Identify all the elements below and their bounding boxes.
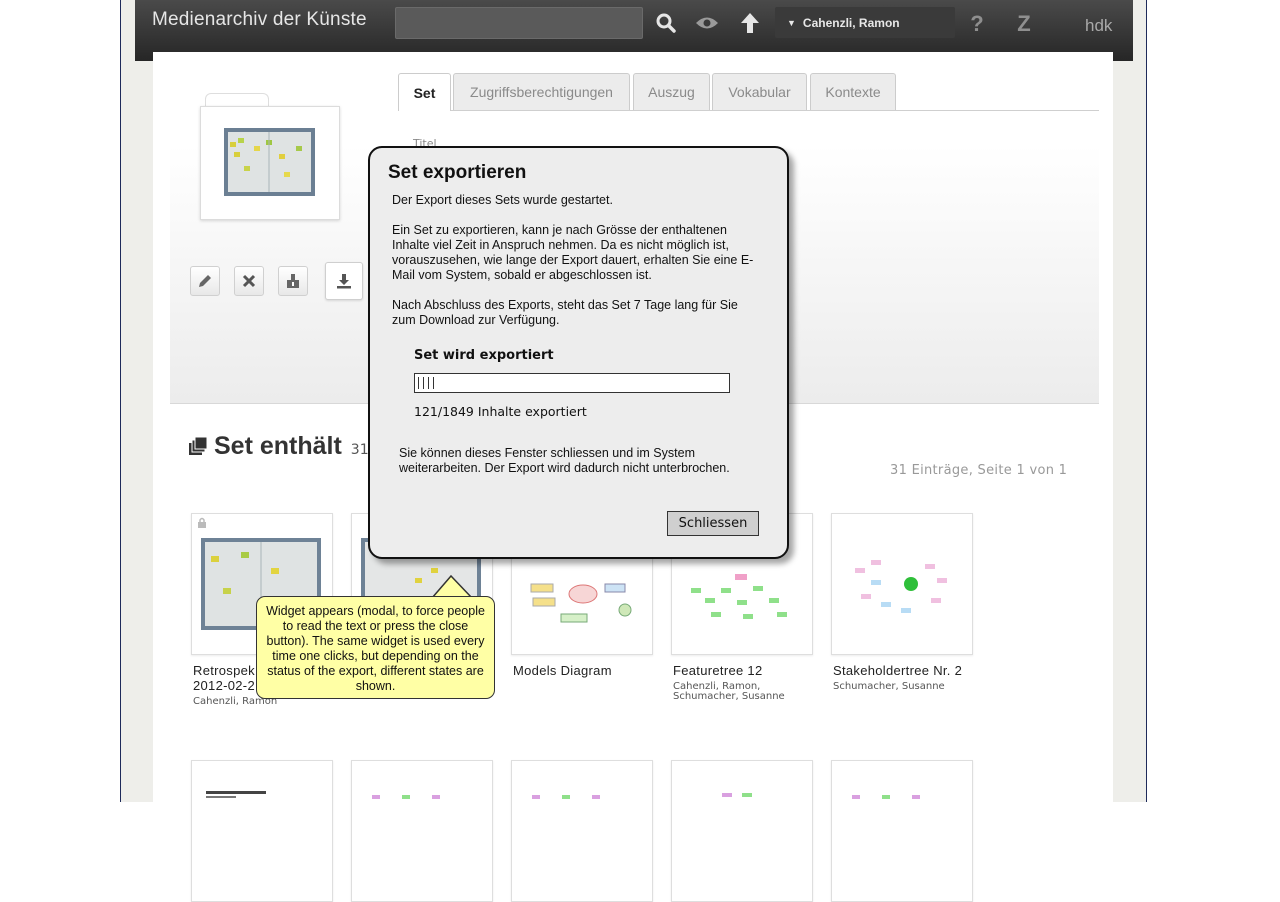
- pagination-info: 31 Einträge, Seite 1 von 1: [890, 463, 1068, 478]
- media-card[interactable]: [831, 760, 973, 902]
- search-icon[interactable]: [653, 10, 679, 36]
- set-contents-heading: Set enthält: [214, 432, 342, 460]
- svg-text:?: ?: [970, 11, 983, 35]
- org-label: hdk: [1085, 16, 1113, 35]
- export-button[interactable]: [325, 262, 363, 300]
- upload-arrow-icon[interactable]: [737, 10, 763, 36]
- card-title-line2[interactable]: 2012-02-2: [193, 679, 255, 693]
- lock-icon: [198, 517, 206, 528]
- media-card[interactable]: [511, 760, 653, 902]
- media-card[interactable]: [671, 760, 813, 902]
- progress-title: Set wird exportiert: [414, 348, 554, 363]
- help-icon[interactable]: ?: [964, 10, 990, 36]
- stack-icon: [189, 436, 208, 455]
- card-author-line2: Schumacher, Susanne: [673, 691, 785, 702]
- tab-auszug[interactable]: Auszug: [633, 73, 710, 110]
- card-title[interactable]: Stakeholdertree Nr. 2: [833, 664, 962, 678]
- export-progress-bar: [414, 373, 730, 393]
- card-title[interactable]: Featuretree 12: [673, 664, 762, 678]
- modal-text-duration: Ein Set zu exportieren, kann je nach Grö…: [392, 223, 754, 282]
- media-card[interactable]: [831, 513, 973, 655]
- user-menu[interactable]: ▼ Cahenzli, Ramon: [775, 7, 955, 38]
- progress-text: 121/1849 Inhalte exportiert: [414, 404, 587, 419]
- edit-button[interactable]: [190, 266, 220, 296]
- set-cover-image: [224, 128, 315, 196]
- media-card[interactable]: [351, 760, 493, 902]
- thumbnail-tree: [722, 793, 752, 797]
- pencil-icon: [199, 275, 211, 287]
- thumbnail-document: [202, 787, 312, 801]
- modal-text-started: Der Export dieses Sets wurde gestartet.: [392, 193, 613, 207]
- tab-set[interactable]: Set: [398, 73, 451, 111]
- zhdk-logo-icon[interactable]: Z: [1011, 10, 1037, 36]
- tab-kontexte[interactable]: Kontexte: [810, 73, 896, 110]
- app-title[interactable]: Medienarchiv der Künste: [152, 9, 367, 31]
- caret-down-icon: ▼: [787, 17, 796, 28]
- tab-zugriffsberechtigungen[interactable]: Zugriffsberechtigungen: [453, 73, 630, 110]
- set-contents-count: 31: [350, 441, 369, 458]
- add-to-set-button[interactable]: [278, 266, 308, 296]
- tabs-baseline: [398, 110, 1099, 111]
- modal-text-availability: Nach Abschluss des Exports, steht das Se…: [392, 298, 738, 327]
- card-author: Schumacher, Susanne: [833, 681, 945, 692]
- progress-fill: [418, 377, 438, 389]
- svg-text:Z: Z: [1017, 12, 1030, 34]
- export-modal: Set exportieren Der Export dieses Sets w…: [368, 146, 789, 559]
- close-x-icon: [242, 274, 256, 288]
- media-card[interactable]: [191, 760, 333, 902]
- user-name: Cahenzli, Ramon: [802, 15, 900, 30]
- tab-vokabular[interactable]: Vokabular: [712, 73, 807, 110]
- search-input[interactable]: [395, 7, 643, 39]
- delete-button[interactable]: [234, 266, 264, 296]
- download-icon: [337, 274, 351, 289]
- box-icon: [287, 274, 299, 288]
- modal-text-continue: Sie können dieses Fenster schliessen und…: [399, 446, 730, 475]
- modal-title: Set exportieren: [388, 162, 527, 183]
- set-contents-header: Set enthält 31: [188, 432, 369, 461]
- thumbnail-stakeholder-tree: [841, 538, 961, 630]
- close-button[interactable]: Schliessen: [667, 511, 759, 536]
- card-title[interactable]: Retrospek: [193, 664, 255, 678]
- eye-icon[interactable]: [694, 10, 720, 36]
- card-title[interactable]: Models Diagram: [513, 664, 612, 678]
- annotation-callout: Widget appears (modal, to force people t…: [256, 596, 495, 699]
